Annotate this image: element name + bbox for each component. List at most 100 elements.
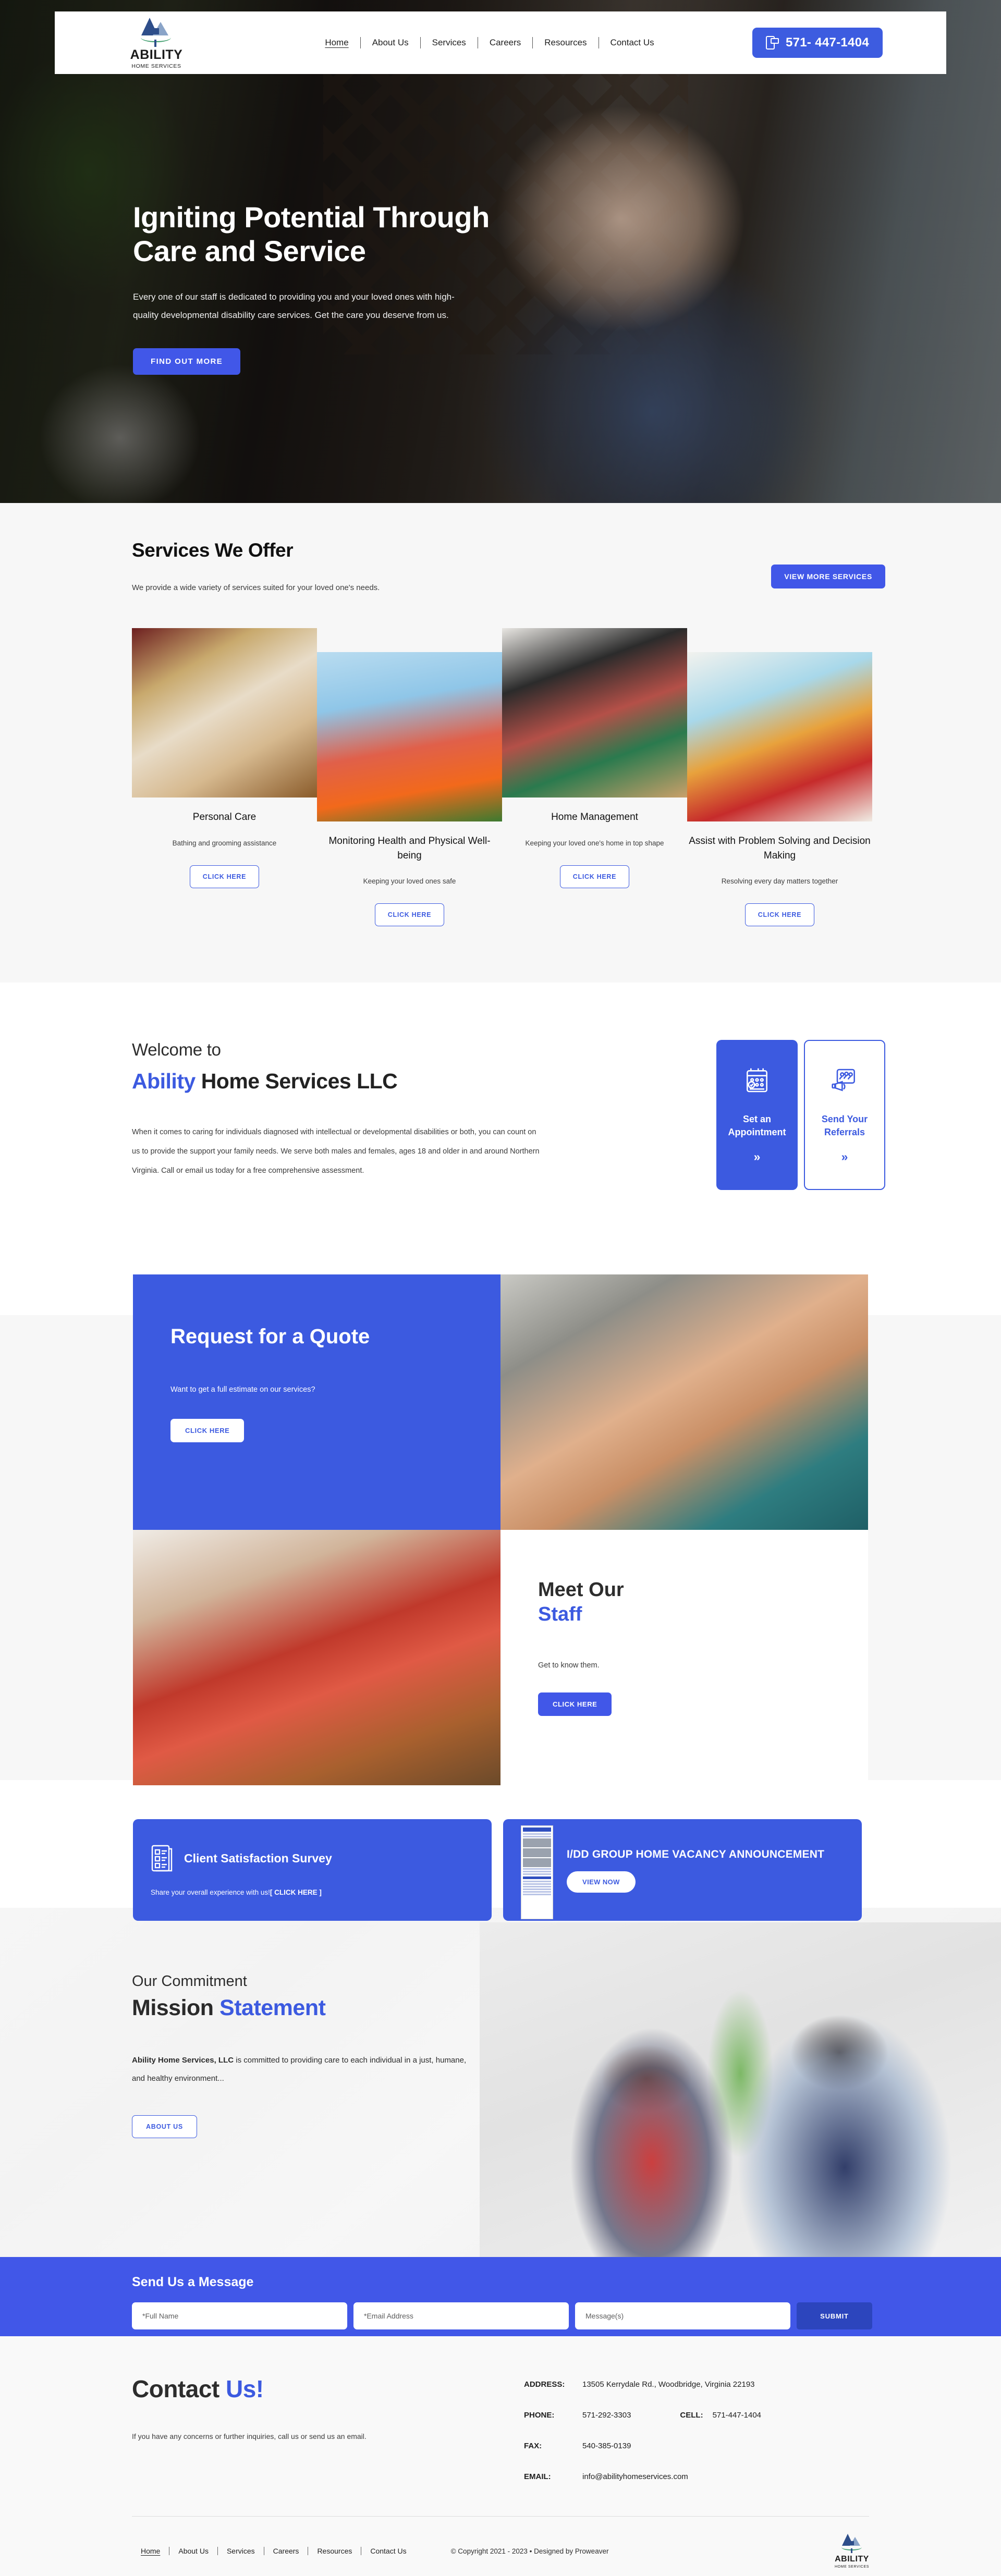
welcome-section: Welcome to Ability Home Services LLC Whe… [0,983,1001,1285]
vacancy-view-now-button[interactable]: VIEW NOW [567,1871,636,1893]
footer-navigation: Home About Us Services Careers Resources… [132,2547,416,2555]
send-message-title: Send Us a Message [132,2275,254,2289]
phone-label: PHONE: [524,2411,555,2420]
vacancy-card-body: I/DD GROUP HOME VACANCY ANNOUNCEMENT VIE… [567,1847,825,1893]
nav-item-contact-us[interactable]: Contact Us [599,38,666,48]
request-quote-panel: Request for a Quote Want to get a full e… [133,1274,500,1530]
view-more-services-button[interactable]: VIEW MORE SERVICES [771,565,885,588]
set-an-appointment-card[interactable]: Set an Appointment » [716,1040,798,1190]
mission-photo [480,1922,1001,2273]
survey-clipboard-icon [151,1845,173,1872]
mission-title: Mission Statement [132,1995,476,2021]
meet-our-staff-click-here-button[interactable]: CLICK HERE [538,1692,612,1716]
logo-tagline: HOME SERVICES [131,63,181,69]
message-input[interactable] [575,2302,790,2329]
staff-title-top: Meet Our [538,1579,624,1601]
service-card-problem-solving[interactable]: Assist with Problem Solving and Decision… [687,652,872,927]
nav-item-home[interactable]: Home [313,38,360,48]
meet-our-staff-title: Meet Our Staff [538,1578,868,1627]
service-card-title: Personal Care [192,812,257,823]
welcome-body: When it comes to caring for individuals … [132,1128,540,1175]
promo-cards: Client Satisfaction Survey Share your ov… [133,1819,873,1921]
service-card-description: Resolving every day matters together [721,877,838,886]
mission-text-block: Our Commitment Mission Statement Ability… [132,1973,476,2138]
mission-title-dark: Mission [132,1995,220,2020]
footer-nav-item-resources[interactable]: Resources [308,2547,361,2555]
welcome-kicker: Welcome to [132,1040,221,1059]
contact-title-accent: Us! [226,2375,264,2402]
service-card-personal-care[interactable]: Personal Care Bathing and grooming assis… [132,628,317,888]
header-phone-button[interactable]: 571- 447-1404 [752,28,883,58]
services-header: Services We Offer We provide a wide vari… [132,539,380,592]
services-section: Services We Offer We provide a wide vari… [0,503,1001,983]
contact-section: Contact Us! If you have any concerns or … [0,2336,1001,2576]
phone-value[interactable]: 571-292-3303 [582,2411,631,2420]
cell-value[interactable]: 571-447-1404 [713,2411,761,2420]
service-card-description: Keeping your loved one's home in top sha… [525,839,664,847]
idd-group-home-vacancy-card[interactable]: I/DD GROUP HOME VACANCY ANNOUNCEMENT VIE… [503,1819,862,1921]
fax-label: FAX: [524,2442,542,2450]
send-message-section: Send Us a Message SUBMIT [0,2257,1001,2336]
welcome-title-accent: Ability [132,1069,196,1093]
service-card-title: Assist with Problem Solving and Decision… [689,836,871,861]
submit-button[interactable]: SUBMIT [797,2302,872,2329]
nav-item-resources[interactable]: Resources [533,38,598,48]
service-card-photo [687,652,872,821]
service-card-photo [502,628,687,798]
staff-photo [133,1530,500,1785]
site-header: ABILITY HOME SERVICES Home About Us Serv… [55,11,946,74]
service-card-click-here-button[interactable]: CLICK HERE [559,865,630,888]
survey-card-note: Share your overall experience with us![ … [151,1888,322,1896]
service-card-monitoring-health[interactable]: Monitoring Health and Physical Well-bein… [317,652,502,927]
footer-logo[interactable]: ABILITY HOME SERVICES [835,2533,869,2569]
quote-staff-section: Request for a Quote Want to get a full e… [0,1274,1001,1785]
hero-find-out-more-button[interactable]: FIND OUT MORE [133,348,241,375]
send-your-referrals-card[interactable]: Send Your Referrals » [804,1040,885,1190]
footer-nav-item-careers[interactable]: Careers [264,2547,308,2555]
nav-item-about-us[interactable]: About Us [361,38,420,48]
footer-nav-item-services[interactable]: Services [218,2547,264,2555]
calendar-clipboard-icon [747,1068,767,1093]
vacancy-card-title: I/DD GROUP HOME VACANCY ANNOUNCEMENT [567,1848,825,1861]
contact-title-dark: Contact [132,2375,226,2402]
contact-row-fax: FAX: 540-385-0139 [524,2442,761,2450]
contact-row-email: EMAIL: info@abilityhomeservices.com [524,2472,761,2481]
fax-value: 540-385-0139 [582,2442,631,2450]
staff-title-accent: Staff [538,1603,582,1626]
full-name-input[interactable] [132,2302,347,2329]
mission-kicker: Our Commitment [132,1973,247,1990]
service-card-description: Keeping your loved ones safe [363,877,456,886]
welcome-title-rest: Home Services LLC [195,1069,398,1093]
service-card-title: Monitoring Health and Physical Well-bein… [328,836,491,861]
referral-megaphone-icon [832,1069,855,1091]
service-card-click-here-button[interactable]: CLICK HERE [374,903,445,927]
welcome-action-cards: Set an Appointment » Send Your Referrals… [716,1040,885,1190]
mission-about-us-button[interactable]: ABOUT US [132,2115,197,2138]
hero-heading: Igniting Potential Through Care and Serv… [133,201,490,267]
request-quote-click-here-button[interactable]: CLICK HERE [170,1418,245,1442]
address-value: 13505 Kerrydale Rd., Woodbridge, Virgini… [582,2380,755,2389]
house-caduceus-logo-icon [840,2533,863,2554]
footer-divider [132,2516,869,2517]
site-logo[interactable]: ABILITY HOME SERVICES [117,17,196,69]
email-address-input[interactable] [353,2302,569,2329]
request-quote-subtitle: Want to get a full estimate on our servi… [170,1385,315,1394]
contact-row-phone: PHONE: 571-292-3303 CELL: 571-447-1404 [524,2411,761,2420]
contact-note: If you have any concerns or further inqu… [132,2432,367,2440]
nav-item-services[interactable]: Services [421,38,478,48]
survey-note-link[interactable]: [ CLICK HERE ] [270,1888,322,1896]
footer-nav-item-about-us[interactable]: About Us [169,2547,217,2555]
welcome-text-block: Welcome to Ability Home Services LLC Whe… [132,1040,565,1181]
cell-label: CELL: [680,2411,703,2420]
footer-nav-item-home[interactable]: Home [132,2547,169,2555]
client-satisfaction-survey-card[interactable]: Client Satisfaction Survey Share your ov… [133,1819,492,1921]
service-card-click-here-button[interactable]: CLICK HERE [189,865,260,888]
nav-item-careers[interactable]: Careers [478,38,532,48]
email-value[interactable]: info@abilityhomeservices.com [582,2472,688,2481]
service-card-home-management[interactable]: Home Management Keeping your loved one's… [502,628,687,888]
footer-nav-item-contact-us[interactable]: Contact Us [361,2547,415,2555]
service-card-photo [132,628,317,798]
contact-text-block: Contact Us! If you have any concerns or … [132,2375,367,2440]
service-card-click-here-button[interactable]: CLICK HERE [744,903,815,927]
mission-title-accent: Statement [219,1995,326,2020]
